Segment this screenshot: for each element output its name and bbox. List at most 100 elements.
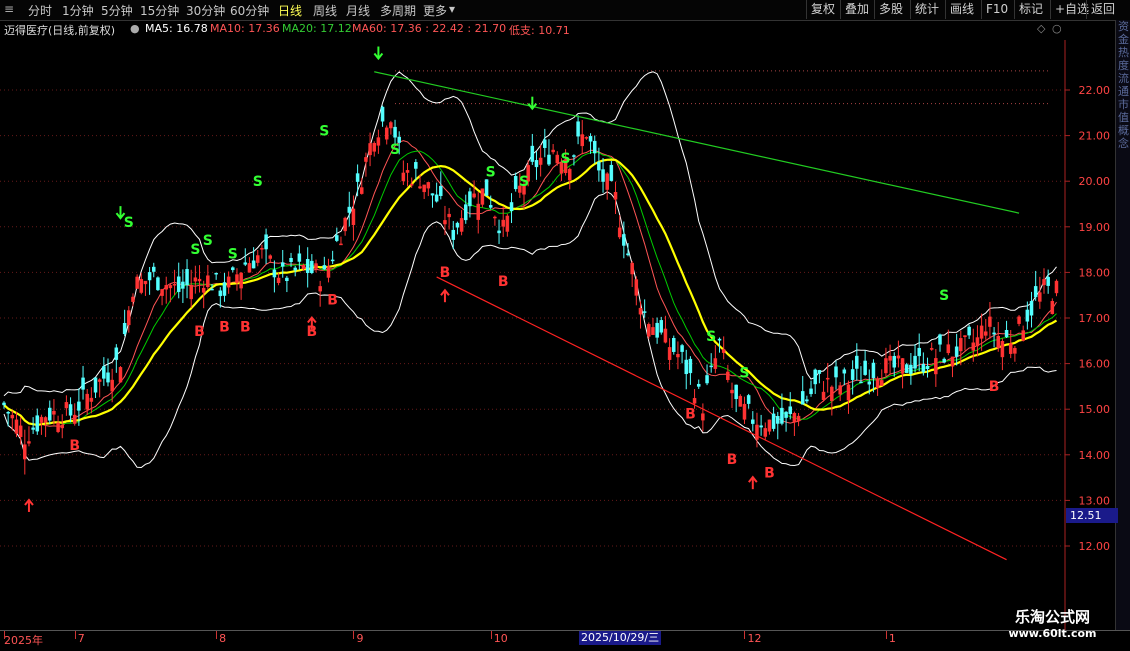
candle-body[interactable] xyxy=(534,160,539,168)
candle-body[interactable] xyxy=(763,428,768,437)
candle-body[interactable] xyxy=(904,364,909,373)
candle-body[interactable] xyxy=(409,183,414,186)
candle-body[interactable] xyxy=(538,157,543,165)
candle-body[interactable] xyxy=(384,127,389,140)
candle-body[interactable] xyxy=(721,349,726,353)
candle-body[interactable] xyxy=(434,194,439,202)
candle-body[interactable] xyxy=(93,377,98,393)
candle-body[interactable] xyxy=(954,346,959,357)
candle-body[interactable] xyxy=(1004,329,1009,338)
candle-body[interactable] xyxy=(1000,340,1005,358)
candle-body[interactable] xyxy=(193,277,198,282)
candle-body[interactable] xyxy=(351,208,356,226)
candle-body[interactable] xyxy=(1033,286,1038,298)
candle-body[interactable] xyxy=(110,379,114,392)
candle-body[interactable] xyxy=(867,381,872,385)
candle-body[interactable] xyxy=(339,243,343,246)
candle-body[interactable] xyxy=(214,272,218,275)
candle-body[interactable] xyxy=(792,412,797,423)
candle-body[interactable] xyxy=(875,378,880,389)
candle-body[interactable] xyxy=(855,355,859,369)
candle-body[interactable] xyxy=(135,276,139,289)
candle-body[interactable] xyxy=(984,331,988,336)
period-tab-9[interactable]: 多周期 xyxy=(380,2,416,19)
candle-body[interactable] xyxy=(626,253,630,256)
candle-body[interactable] xyxy=(106,372,110,383)
candle-body[interactable] xyxy=(850,369,855,380)
candle-body[interactable] xyxy=(480,188,485,205)
period-tab-2[interactable]: 5分钟 xyxy=(101,2,133,19)
candle-body[interactable] xyxy=(488,205,493,208)
period-tab-6[interactable]: 日线 xyxy=(278,2,302,19)
candle-body[interactable] xyxy=(43,417,48,423)
candle-body[interactable] xyxy=(988,316,992,327)
candle-body[interactable] xyxy=(189,285,193,300)
candle-body[interactable] xyxy=(251,260,256,269)
candle-body[interactable] xyxy=(663,328,668,343)
candle-body[interactable] xyxy=(81,377,85,390)
candle-body[interactable] xyxy=(580,134,584,147)
candle-body[interactable] xyxy=(222,282,227,296)
candle-body[interactable] xyxy=(414,162,418,169)
candle-body[interactable] xyxy=(543,139,547,148)
candle-body[interactable] xyxy=(892,356,896,368)
candle-body[interactable] xyxy=(751,419,755,424)
candle-body[interactable] xyxy=(584,137,589,139)
candle-body[interactable] xyxy=(967,326,971,336)
period-tab-1[interactable]: 1分钟 xyxy=(62,2,94,19)
candle-body[interactable] xyxy=(996,335,1000,349)
candle-body[interactable] xyxy=(301,264,306,270)
candle-body[interactable] xyxy=(1050,301,1055,314)
toolbar-button-8[interactable]: 返回 xyxy=(1086,0,1119,19)
candle-body[interactable] xyxy=(443,220,447,225)
candle-body[interactable] xyxy=(1008,343,1013,354)
candle-body[interactable] xyxy=(884,358,888,374)
candle-body[interactable] xyxy=(1021,330,1025,341)
candle-body[interactable] xyxy=(89,397,94,402)
candle-body[interactable] xyxy=(305,258,310,273)
candle-body[interactable] xyxy=(14,419,19,434)
candle-body[interactable] xyxy=(909,364,913,374)
candle-body[interactable] xyxy=(1013,348,1017,354)
candle-body[interactable] xyxy=(118,367,123,383)
candle-body[interactable] xyxy=(946,344,951,354)
candle-body[interactable] xyxy=(859,381,863,384)
candle-body[interactable] xyxy=(10,414,15,419)
candle-body[interactable] xyxy=(959,338,963,352)
candle-body[interactable] xyxy=(913,355,917,369)
candle-body[interactable] xyxy=(921,364,926,373)
candle-body[interactable] xyxy=(231,267,235,271)
candle-body[interactable] xyxy=(667,347,672,360)
toolbar-button-1[interactable]: 叠加 xyxy=(840,0,873,19)
candle-body[interactable] xyxy=(588,136,593,142)
candle-body[interactable] xyxy=(185,269,189,286)
candle-body[interactable] xyxy=(310,260,314,273)
candle-body[interactable] xyxy=(547,154,551,165)
candle-body[interactable] xyxy=(430,193,435,196)
toolbar-button-6[interactable]: 标记 xyxy=(1014,0,1047,19)
candle-body[interactable] xyxy=(455,222,460,228)
menu-icon[interactable]: ≡ xyxy=(4,2,14,16)
candle-body[interactable] xyxy=(393,126,397,138)
candle-body[interactable] xyxy=(1017,316,1021,324)
candle-body[interactable] xyxy=(210,288,214,291)
candle-body[interactable] xyxy=(276,277,281,283)
candle-body[interactable] xyxy=(568,168,572,181)
candle-body[interactable] xyxy=(776,416,780,424)
candle-body[interactable] xyxy=(114,347,119,360)
more-dropdown-icon[interactable]: ▾ xyxy=(449,2,455,16)
candle-body[interactable] xyxy=(1038,292,1042,302)
candle-body[interactable] xyxy=(1029,301,1034,316)
candle-body[interactable] xyxy=(734,384,738,400)
candle-body[interactable] xyxy=(143,280,148,285)
candle-body[interactable] xyxy=(389,122,393,129)
period-tab-7[interactable]: 周线 xyxy=(313,2,337,19)
candle-body[interactable] xyxy=(476,203,480,220)
candle-body[interactable] xyxy=(368,143,372,156)
diamond-icon[interactable]: ◇ xyxy=(1037,22,1045,35)
period-tab-4[interactable]: 30分钟 xyxy=(186,2,225,19)
candle-body[interactable] xyxy=(326,266,331,278)
candle-body[interactable] xyxy=(160,289,164,296)
candle-body[interactable] xyxy=(638,307,643,315)
candle-body[interactable] xyxy=(268,255,272,259)
